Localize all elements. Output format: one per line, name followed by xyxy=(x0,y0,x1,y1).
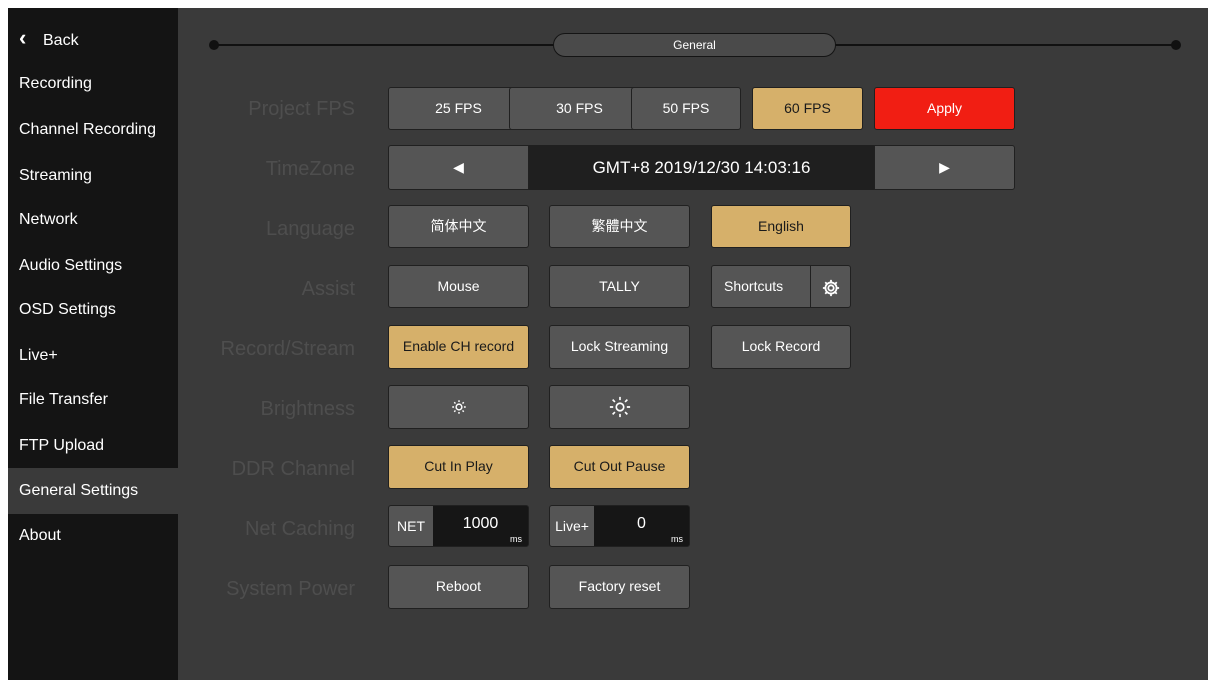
sidebar: ‹ Back Recording Channel Recording Stream… xyxy=(8,8,178,680)
sun-large-icon xyxy=(609,397,630,418)
mouse-button[interactable]: Mouse xyxy=(388,265,529,308)
shortcuts-button[interactable]: Shortcuts xyxy=(711,265,851,308)
sidebar-item-osd-settings[interactable]: OSD Settings xyxy=(8,288,178,332)
sidebar-item-ftp-upload[interactable]: FTP Upload xyxy=(8,424,178,468)
net-caching-live-field[interactable]: Live+ 0 ms xyxy=(549,505,690,547)
language-english-button[interactable]: English xyxy=(711,205,851,248)
sidebar-item-general-settings[interactable]: General Settings xyxy=(8,468,178,514)
main-panel: General Project FPS 25 FPS 30 FPS 50 FPS… xyxy=(178,8,1208,680)
chevron-left-icon: ‹ xyxy=(19,25,27,50)
gear-icon xyxy=(822,280,839,297)
net-tag: NET xyxy=(389,506,433,546)
language-simplified-chinese-button[interactable]: 简体中文 xyxy=(388,205,529,248)
cut-out-pause-button[interactable]: Cut Out Pause xyxy=(549,445,690,489)
reboot-button[interactable]: Reboot xyxy=(388,565,529,609)
enable-ch-record-button[interactable]: Enable CH record xyxy=(388,325,529,369)
timezone-value: GMT+8 2019/12/30 14:03:16 xyxy=(529,145,874,190)
fps-25-button[interactable]: 25 FPS xyxy=(388,87,529,130)
live-plus-tag: Live+ xyxy=(550,506,594,546)
back-button[interactable]: ‹ Back xyxy=(8,16,178,60)
fps-50-button[interactable]: 50 FPS xyxy=(631,87,741,130)
sidebar-item-audio-settings[interactable]: Audio Settings xyxy=(8,244,178,288)
sidebar-item-about[interactable]: About xyxy=(8,514,178,558)
record-stream-label: Record/Stream xyxy=(220,338,356,360)
app-window: ‹ Back Recording Channel Recording Stream… xyxy=(8,8,1208,680)
triangle-right-icon: ▶ xyxy=(939,159,950,175)
assist-label: Assist xyxy=(301,278,355,300)
shortcuts-settings-button[interactable] xyxy=(810,266,850,308)
timeline-end-dot xyxy=(1171,40,1181,50)
sidebar-item-file-transfer[interactable]: File Transfer xyxy=(8,378,178,422)
project-fps-label: Project FPS xyxy=(248,98,355,120)
timezone-label: TimeZone xyxy=(265,158,355,180)
shortcuts-label: Shortcuts xyxy=(724,278,784,294)
system-power-label: System Power xyxy=(226,578,355,600)
fps-60-button[interactable]: 60 FPS xyxy=(752,87,863,130)
lock-streaming-button[interactable]: Lock Streaming xyxy=(549,325,690,369)
timezone-control: ◀ GMT+8 2019/12/30 14:03:16 ▶ xyxy=(388,145,1015,190)
brightness-label: Brightness xyxy=(260,398,356,420)
back-label: Back xyxy=(43,32,79,49)
net-cache-unit: ms xyxy=(510,534,522,544)
net-caching-label: Net Caching xyxy=(244,518,355,540)
sun-small-icon xyxy=(451,400,466,415)
ddr-channel-label: DDR Channel xyxy=(231,458,355,480)
live-cache-unit: ms xyxy=(671,534,683,544)
net-caching-net-field[interactable]: NET 1000 ms xyxy=(388,505,529,547)
brightness-decrease-button[interactable] xyxy=(388,385,529,429)
language-label: Language xyxy=(266,218,355,240)
factory-reset-button[interactable]: Factory reset xyxy=(549,565,690,609)
fps-30-button[interactable]: 30 FPS xyxy=(509,87,650,130)
sidebar-item-live-plus[interactable]: Live+ xyxy=(8,334,178,378)
apply-button[interactable]: Apply xyxy=(874,87,1015,130)
lock-record-button[interactable]: Lock Record xyxy=(711,325,851,369)
tally-button[interactable]: TALLY xyxy=(549,265,690,308)
triangle-left-icon: ◀ xyxy=(453,159,464,175)
cut-in-play-button[interactable]: Cut In Play xyxy=(388,445,529,489)
section-tab-general[interactable]: General xyxy=(553,33,836,57)
timezone-prev-button[interactable]: ◀ xyxy=(388,145,529,190)
timeline-start-dot xyxy=(209,40,219,50)
brightness-increase-button[interactable] xyxy=(549,385,690,429)
sidebar-item-channel-recording[interactable]: Channel Recording xyxy=(8,108,178,152)
sidebar-item-streaming[interactable]: Streaming xyxy=(8,154,178,198)
sidebar-item-network[interactable]: Network xyxy=(8,198,178,242)
timezone-next-button[interactable]: ▶ xyxy=(874,145,1015,190)
language-traditional-chinese-button[interactable]: 繁體中文 xyxy=(549,205,690,248)
sidebar-item-recording[interactable]: Recording xyxy=(8,62,178,106)
